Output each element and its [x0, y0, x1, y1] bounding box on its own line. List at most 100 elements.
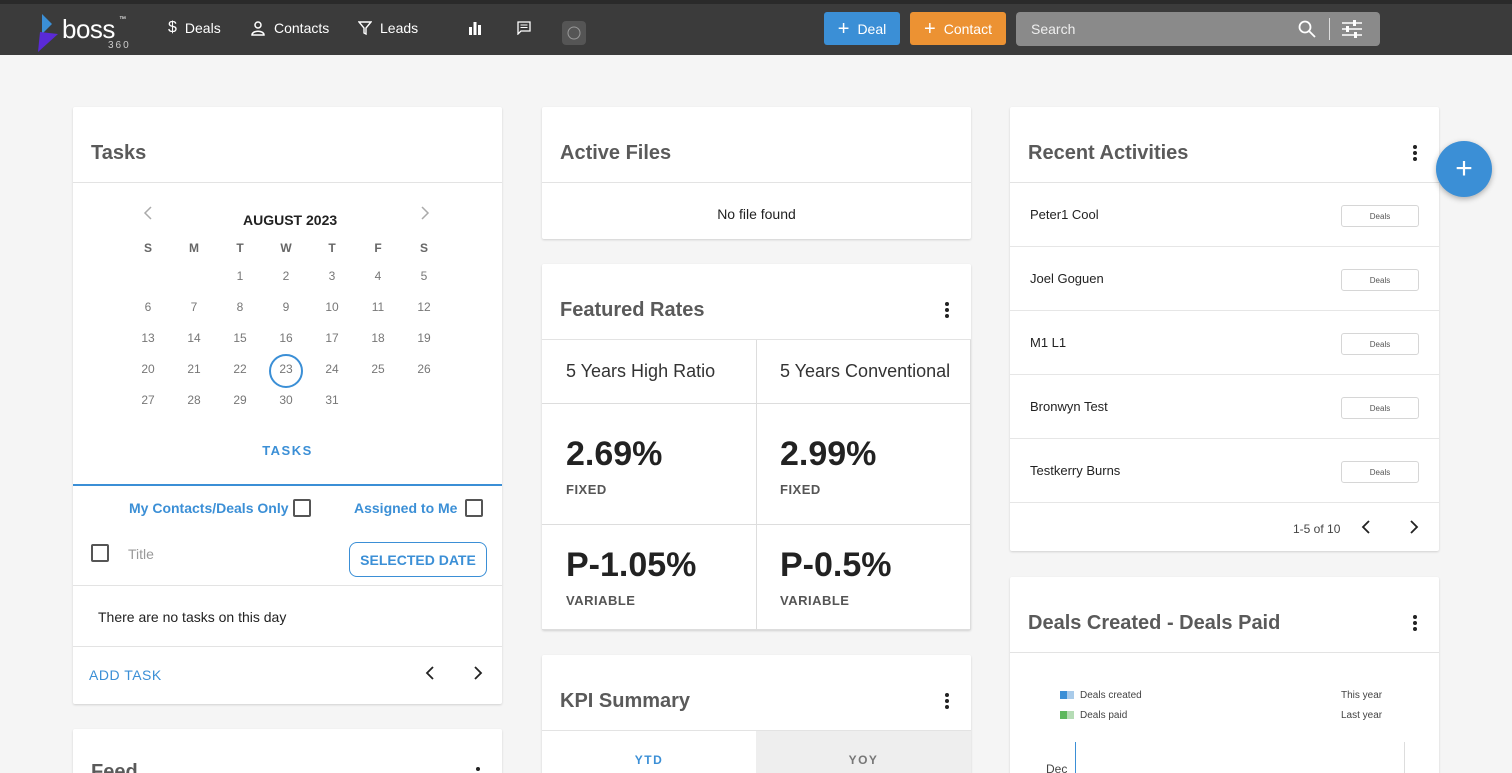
active-files-title: Active Files — [560, 142, 672, 164]
circle-logo-icon[interactable] — [562, 21, 586, 45]
nav-contacts[interactable]: Contacts — [250, 16, 329, 40]
boss360-logo[interactable]: boss ™ 360 — [36, 8, 136, 52]
activity-name: Testkerry Burns — [1030, 463, 1121, 478]
prev-page-icon[interactable] — [425, 666, 435, 680]
search-divider — [1329, 18, 1330, 40]
featured-rates-more-icon[interactable] — [945, 302, 949, 318]
feed-more-icon[interactable] — [476, 767, 480, 773]
calendar-day[interactable]: 12 — [409, 300, 439, 314]
calendar-day[interactable]: 15 — [225, 331, 255, 345]
activity-tag[interactable]: Deals — [1341, 333, 1419, 355]
add-task-button[interactable]: ADD TASK — [89, 667, 162, 683]
calendar-day[interactable]: 29 — [225, 393, 255, 407]
tab-yoy[interactable]: YOY — [756, 731, 971, 773]
divider — [73, 585, 502, 586]
calendar-day[interactable]: 21 — [179, 362, 209, 376]
select-all-checkbox[interactable] — [91, 544, 109, 562]
tab-tasks[interactable]: TASKS — [73, 443, 502, 458]
title-column-header: Title — [128, 546, 154, 562]
calendar-day[interactable]: 2 — [271, 269, 301, 283]
deals-chart-card: Deals Created - Deals Paid Deals created… — [1010, 577, 1439, 773]
calendar-day[interactable]: 18 — [363, 331, 393, 345]
prev-month-icon[interactable] — [143, 206, 153, 220]
activity-row[interactable]: Testkerry Burns Deals — [1010, 439, 1439, 503]
weekday-label: S — [419, 241, 428, 255]
next-month-icon[interactable] — [420, 206, 430, 220]
person-icon — [251, 21, 265, 36]
search-bar[interactable]: Search — [1016, 12, 1380, 46]
chart-axis — [1075, 742, 1076, 773]
calendar-day[interactable]: 16 — [271, 331, 301, 345]
next-page-icon[interactable] — [473, 666, 483, 680]
divider — [1010, 652, 1439, 653]
calendar-day[interactable]: 24 — [317, 362, 347, 376]
legend-period-this-year: This year — [1341, 690, 1383, 701]
next-page-icon[interactable] — [1409, 520, 1419, 534]
calendar-day[interactable]: 10 — [317, 300, 347, 314]
floating-add-button[interactable]: + — [1436, 141, 1492, 197]
filter-settings-icon[interactable] — [1342, 20, 1362, 38]
calendar-day[interactable]: 11 — [363, 300, 393, 314]
calendar-day[interactable]: 20 — [133, 362, 163, 376]
activity-row[interactable]: Joel Goguen Deals — [1010, 247, 1439, 311]
activity-tag[interactable]: Deals — [1341, 397, 1419, 419]
calendar-day[interactable]: 9 — [271, 300, 301, 314]
activity-tag[interactable]: Deals — [1341, 461, 1419, 483]
chart-axis — [1404, 742, 1405, 773]
recent-activities-card: Recent Activities Peter1 Cool Deals Joel… — [1010, 107, 1439, 551]
activity-tag[interactable]: Deals — [1341, 269, 1419, 291]
weekday-label: S — [143, 241, 152, 255]
fixed-rate-label: FIXED — [566, 482, 607, 497]
activity-tag[interactable]: Deals — [1341, 205, 1419, 227]
calendar-day[interactable]: 6 — [133, 300, 163, 314]
recent-more-icon[interactable] — [1413, 145, 1417, 161]
bar-chart-icon[interactable] — [465, 18, 485, 38]
deals-chart-more-icon[interactable] — [1413, 615, 1417, 631]
calendar-day[interactable]: 8 — [225, 300, 255, 314]
calendar-day[interactable]: 14 — [179, 331, 209, 345]
weekday-label: T — [328, 241, 336, 255]
activity-row[interactable]: Bronwyn Test Deals — [1010, 375, 1439, 439]
calendar-day[interactable]: 25 — [363, 362, 393, 376]
calendar-day[interactable]: 27 — [133, 393, 163, 407]
activity-name: M1 L1 — [1030, 335, 1067, 350]
filter-assigned-checkbox[interactable] — [465, 499, 483, 517]
calendar-day[interactable]: 17 — [317, 331, 347, 345]
empty-tasks-message: There are no tasks on this day — [98, 609, 287, 625]
legend-swatch-paid — [1060, 711, 1074, 719]
calendar-day[interactable]: 5 — [409, 269, 439, 283]
calendar-day[interactable]: 7 — [179, 300, 209, 314]
calendar-day[interactable]: 31 — [317, 393, 347, 407]
calendar-day[interactable]: 30 — [271, 393, 301, 407]
rate-name: 5 Years High Ratio — [566, 361, 716, 381]
calendar-day[interactable]: 3 — [317, 269, 347, 283]
kpi-summary-card: KPI Summary YTD YOY — [542, 655, 971, 773]
calendar-day[interactable]: 4 — [363, 269, 393, 283]
calendar-day[interactable]: 19 — [409, 331, 439, 345]
selected-date-button[interactable]: SELECTED DATE — [349, 542, 487, 577]
calendar-day[interactable]: 23 — [271, 362, 301, 376]
fixed-rate-label: FIXED — [780, 482, 821, 497]
search-icon[interactable] — [1298, 20, 1316, 38]
tab-ytd[interactable]: YTD — [542, 731, 756, 773]
chat-icon[interactable] — [514, 18, 534, 38]
prev-page-icon[interactable] — [1361, 520, 1371, 534]
calendar-day[interactable]: 28 — [179, 393, 209, 407]
logo-text: boss — [62, 14, 115, 44]
variable-rate-value: P-1.05% — [566, 546, 697, 584]
calendar-day[interactable]: 1 — [225, 269, 255, 283]
activity-row[interactable]: M1 L1 Deals — [1010, 311, 1439, 375]
activity-row[interactable]: Peter1 Cool Deals — [1010, 183, 1439, 247]
kpi-more-icon[interactable] — [945, 693, 949, 709]
filter-contacts-checkbox[interactable] — [293, 499, 311, 517]
nav-deals[interactable]: $ Deals — [168, 16, 221, 40]
logo-subtext: 360 — [108, 40, 131, 51]
calendar-day[interactable]: 26 — [409, 362, 439, 376]
calendar-day[interactable]: 22 — [225, 362, 255, 376]
nav-deals-label: Deals — [184, 20, 221, 36]
tab-indicator — [73, 484, 502, 486]
add-deal-button[interactable]: + Deal — [824, 12, 900, 45]
add-contact-button[interactable]: + Contact — [910, 12, 1006, 45]
calendar-day[interactable]: 13 — [133, 331, 163, 345]
nav-leads[interactable]: Leads — [358, 16, 418, 40]
